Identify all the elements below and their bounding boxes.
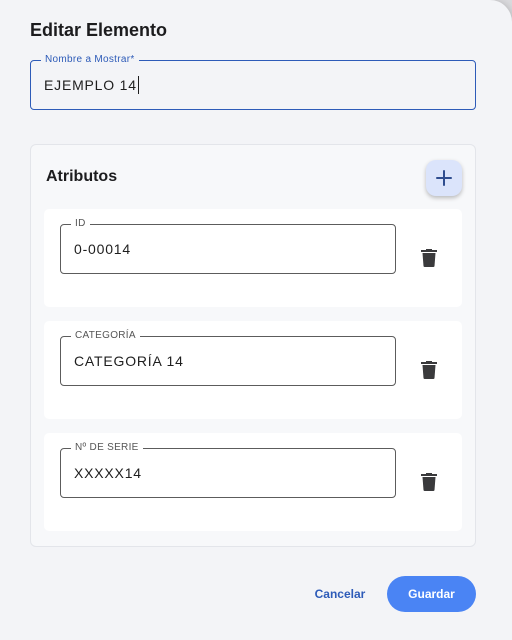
edit-element-dialog: Editar Elemento Nombre a Mostrar* EJEMPL…: [0, 0, 512, 640]
trash-icon[interactable]: [421, 249, 437, 267]
save-button[interactable]: Guardar: [387, 576, 476, 612]
cancel-button[interactable]: Cancelar: [306, 578, 374, 610]
attribute-field-serial[interactable]: Nº DE SERIE XXXXX14: [60, 442, 396, 498]
dialog-title: Editar Elemento: [30, 20, 168, 40]
attribute-card-serial: Nº DE SERIE XXXXX14: [44, 433, 462, 531]
trash-icon[interactable]: [421, 361, 437, 379]
display-name-value[interactable]: EJEMPLO 14: [44, 61, 139, 109]
attributes-title: Atributos: [46, 168, 118, 185]
attribute-value[interactable]: XXXXX14: [74, 449, 142, 497]
text-caret: [137, 76, 139, 94]
attribute-card-id: ID 0-00014: [44, 209, 462, 307]
add-attribute-button[interactable]: [426, 160, 462, 196]
display-name-field[interactable]: Nombre a Mostrar* EJEMPLO 14: [30, 54, 476, 110]
attribute-card-category: CATEGORÍA CATEGORÍA 14: [44, 321, 462, 419]
attribute-value[interactable]: CATEGORÍA 14: [74, 337, 184, 385]
plus-icon: [436, 170, 452, 186]
attributes-panel: Atributos ID 0-00014 CATEGORÍA CATEGORÍA…: [30, 144, 476, 547]
attribute-value[interactable]: 0-00014: [74, 225, 131, 273]
trash-icon[interactable]: [421, 473, 437, 491]
attribute-field-category[interactable]: CATEGORÍA CATEGORÍA 14: [60, 330, 396, 386]
attribute-field-id[interactable]: ID 0-00014: [60, 218, 396, 274]
